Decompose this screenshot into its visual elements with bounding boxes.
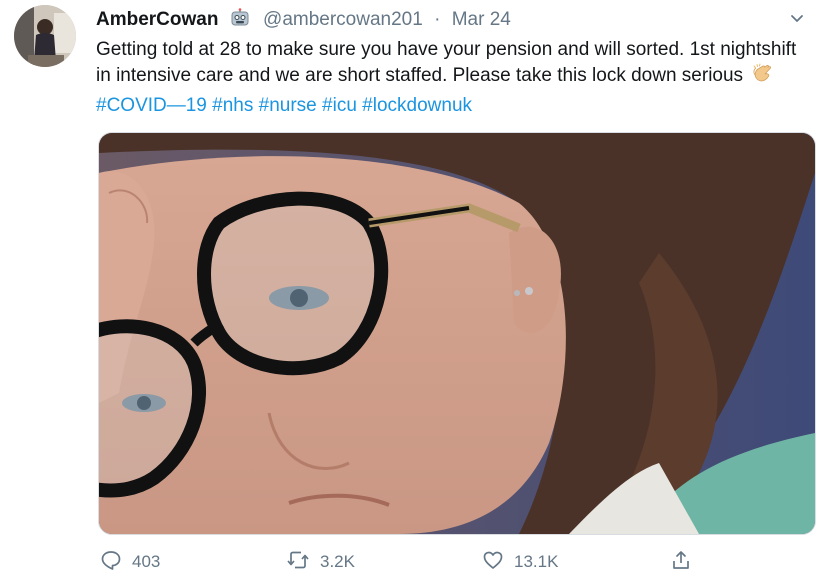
tweet-text: Getting told at 28 to make sure you have… [96,37,812,119]
share-button[interactable] [670,544,692,580]
user-handle[interactable]: @ambercowan201 [263,9,423,30]
hashtag-link[interactable]: #lockdownuk [362,95,472,116]
reply-icon [100,549,122,576]
display-name[interactable]: AmberCowan [96,9,218,30]
tweet-header: AmberCowan @ambercowan201 · Mar 24 [96,8,812,32]
clapping-hands-icon [752,63,774,93]
retweet-button[interactable]: 3.2K [286,544,355,580]
hashtag-link[interactable]: #nhs [212,95,253,116]
tweet-actions: 403 3.2K 13.1K [96,544,812,580]
robot-face-icon [230,8,250,35]
tweet-date[interactable]: Mar 24 [452,9,511,30]
heart-icon [482,549,504,576]
like-button[interactable]: 13.1K [482,544,558,580]
retweet-icon [286,549,310,576]
hashtag-link[interactable]: #COVID—19 [96,95,207,116]
reply-button[interactable]: 403 [100,544,160,580]
hashtag-link[interactable]: #icu [322,95,357,116]
avatar[interactable] [14,5,76,67]
like-count: 13.1K [514,552,559,571]
separator-dot: · [434,9,441,30]
reply-count: 403 [132,552,161,571]
share-icon [670,549,692,576]
retweet-count: 3.2K [320,552,355,571]
tweet-photo[interactable] [98,132,816,535]
hashtag-link[interactable]: #nurse [259,95,317,116]
chevron-down-icon[interactable] [788,10,806,35]
tweet-text-body: Getting told at 28 to make sure you have… [96,39,797,86]
